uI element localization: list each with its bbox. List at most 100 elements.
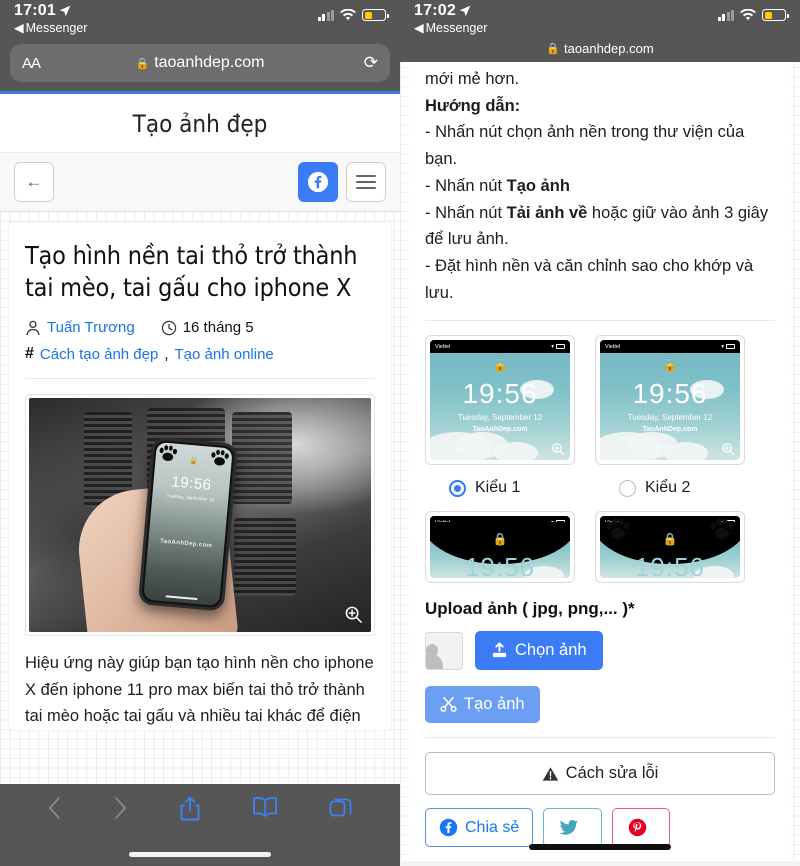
facebook-share-button[interactable]	[298, 162, 338, 202]
preview-status-icons: ▾	[721, 344, 735, 350]
guide-step-2: - Nhấn nút Tạo ảnh	[425, 173, 775, 200]
clock-icon	[161, 320, 177, 336]
book-icon[interactable]	[252, 796, 278, 818]
guide-step-4: - Đặt hình nền và căn chỉnh sao cho khớp…	[425, 257, 754, 302]
article-tag-0[interactable]: Cách tạo ảnh đẹp	[40, 346, 158, 363]
article-body-text: Hiệu ứng này giúp bạn tạo hình nền cho i…	[25, 654, 374, 726]
reload-icon[interactable]: ⟳	[338, 53, 378, 73]
zoom-in-icon[interactable]	[344, 605, 363, 624]
share-pinterest-button[interactable]	[612, 808, 671, 848]
radio-option-kieu-1[interactable]: Kiểu 1	[425, 479, 595, 497]
upload-icon	[491, 642, 508, 659]
right-phone-screen: 17:02 ◀ Messenger 🔒 taoanhdep.com mới mẻ…	[400, 0, 800, 866]
create-image-label: Tạo ảnh	[464, 695, 525, 714]
page-footer-strip	[400, 861, 800, 866]
preview-status-bar: Viettel ▾	[430, 340, 570, 354]
home-indicator	[129, 852, 271, 857]
article-date: 16 tháng 5	[182, 319, 254, 336]
nav-back-button[interactable]: ←	[14, 162, 54, 202]
location-arrow-icon	[59, 5, 71, 17]
section-divider	[425, 737, 775, 739]
style-radio-group: Kiểu 1 Kiểu 2	[425, 479, 775, 497]
user-icon	[25, 320, 41, 336]
text-size-button[interactable]: AA	[22, 55, 62, 72]
twitter-icon	[559, 819, 579, 837]
article-author-link[interactable]: Tuấn Trương	[47, 319, 135, 336]
hash-icon: #	[25, 345, 34, 362]
preview-time: 19:56	[464, 552, 536, 579]
article-photo-frame[interactable]: 🔒 19:56 Tuesday, September 12 TaoAnhDep.…	[25, 394, 375, 636]
radio-button[interactable]	[619, 479, 636, 497]
share-twitter-button[interactable]	[543, 808, 603, 848]
article-tag-1[interactable]: Tạo ảnh online	[175, 346, 274, 363]
style-preview-4[interactable]: Viettel ▾	[595, 511, 745, 584]
style-preview-2[interactable]: Viettel ▾ 🔒 19:56 Tuesday, September 12 …	[595, 335, 745, 466]
url-display[interactable]: 🔒 taoanhdep.com	[62, 54, 338, 72]
car-vent-decor	[234, 518, 296, 596]
style-preview-row-2: Viettel ▾ 🔒 19:56	[425, 511, 775, 584]
wifi-icon: ▾	[721, 343, 724, 350]
guide-step-1: - Nhấn nút chọn ảnh nền trong thư viện c…	[425, 123, 745, 169]
chevron-right-icon[interactable]	[113, 796, 128, 820]
preview-date: Tuesday, September 12	[627, 413, 713, 423]
create-button-row: Tạo ảnh	[425, 686, 775, 724]
ios-status-bar-right: 17:02 ◀ Messenger 🔒 taoanhdep.com	[400, 0, 800, 62]
radio-label: Kiểu 2	[645, 479, 691, 497]
safari-address-bar-container: AA 🔒 taoanhdep.com ⟳	[0, 44, 400, 91]
article-photo[interactable]: 🔒 19:56 Tuesday, September 12 TaoAnhDep.…	[29, 398, 371, 632]
car-vent-decor	[232, 412, 292, 504]
share-icon[interactable]	[179, 796, 201, 822]
compact-address-bar[interactable]: 🔒 taoanhdep.com	[400, 41, 800, 56]
avatar-body-shape	[426, 653, 443, 669]
iphone-lockscreen: 🔒 19:56 Tuesday, September 12 TaoAnhDep.…	[143, 441, 233, 607]
zoom-in-icon[interactable]	[551, 442, 565, 456]
status-time: 17:02	[414, 2, 456, 19]
facebook-icon	[307, 171, 329, 193]
tool-card: mới mẻ hơn. Hướng dẫn: - Nhấn nút chọn ả…	[400, 62, 800, 866]
preview-carrier: Viettel	[605, 343, 621, 350]
article-meta-author-row: Tuấn Trương 16 tháng 5	[25, 319, 375, 336]
share-facebook-button[interactable]: Chia sẻ	[425, 808, 534, 848]
lock-icon: 🔒	[492, 358, 508, 373]
radio-option-kieu-2[interactable]: Kiểu 2	[595, 479, 765, 497]
create-image-button[interactable]: Tạo ảnh	[425, 686, 540, 724]
upload-label: Upload ảnh ( jpg, png,... )*	[425, 599, 635, 619]
lock-icon: 🔒	[546, 43, 561, 55]
address-bar[interactable]: AA 🔒 taoanhdep.com ⟳	[10, 44, 390, 82]
chevron-left-icon[interactable]	[47, 796, 62, 820]
scissors-icon	[440, 696, 457, 713]
home-indicator	[529, 844, 671, 850]
back-to-app-link[interactable]: ◀ Messenger	[414, 22, 487, 35]
style-preview-1[interactable]: Viettel ▾ 🔒 19:56 Tuesday, September 12 …	[425, 335, 575, 466]
back-app-label: Messenger	[425, 21, 488, 35]
back-to-app-link[interactable]: ◀ Messenger	[14, 22, 87, 35]
section-divider	[425, 320, 775, 322]
zoom-in-icon[interactable]	[721, 442, 735, 456]
fix-error-button[interactable]: Cách sửa lỗi	[425, 752, 775, 796]
photo-watermark: TaoAnhDep.com	[159, 538, 213, 550]
ios-status-bar-left: 17:01 ◀ Messenger	[0, 0, 400, 44]
hamburger-menu-icon	[356, 175, 376, 189]
lockscreen-preview: Viettel ▾ 🔒 19:56	[430, 516, 570, 579]
lock-icon: 🔒	[662, 532, 678, 547]
choose-image-button[interactable]: Chọn ảnh	[475, 631, 603, 671]
iphone-mockup: 🔒 19:56 Tuesday, September 12 TaoAnhDep.…	[137, 436, 239, 612]
dual-screenshot-container: 17:01 ◀ Messenger AA 🔒 taoanhdep.com ⟳ T…	[0, 0, 800, 866]
style-preview-3[interactable]: Viettel ▾ 🔒 19:56	[425, 511, 575, 584]
guide-heading: Hướng dẫn:	[425, 96, 521, 115]
hamburger-menu-button[interactable]	[346, 162, 386, 202]
cellular-bars-icon	[317, 9, 334, 21]
tag-separator: ,	[164, 345, 169, 363]
guide-step-2-prefix: - Nhấn nút	[425, 176, 507, 195]
lockscreen-preview: Viettel ▾ 🔒 19:56 Tuesday, September 12 …	[600, 340, 740, 461]
article-content-area: Tạo hình nền tai thỏ trở thành tai mèo, …	[0, 212, 400, 731]
guide-step-2-bold: Tạo ảnh	[506, 176, 570, 195]
tabs-icon[interactable]	[329, 796, 353, 820]
safari-bottom-toolbar	[0, 784, 400, 866]
battery-icon	[726, 344, 735, 350]
site-title: Tạo ảnh đẹp	[0, 94, 400, 152]
radio-button[interactable]	[449, 479, 466, 497]
text-continued: mới mẻ hơn.	[425, 70, 520, 88]
home-indicator-decor	[165, 595, 198, 601]
page-load-progress-bar	[0, 91, 400, 94]
